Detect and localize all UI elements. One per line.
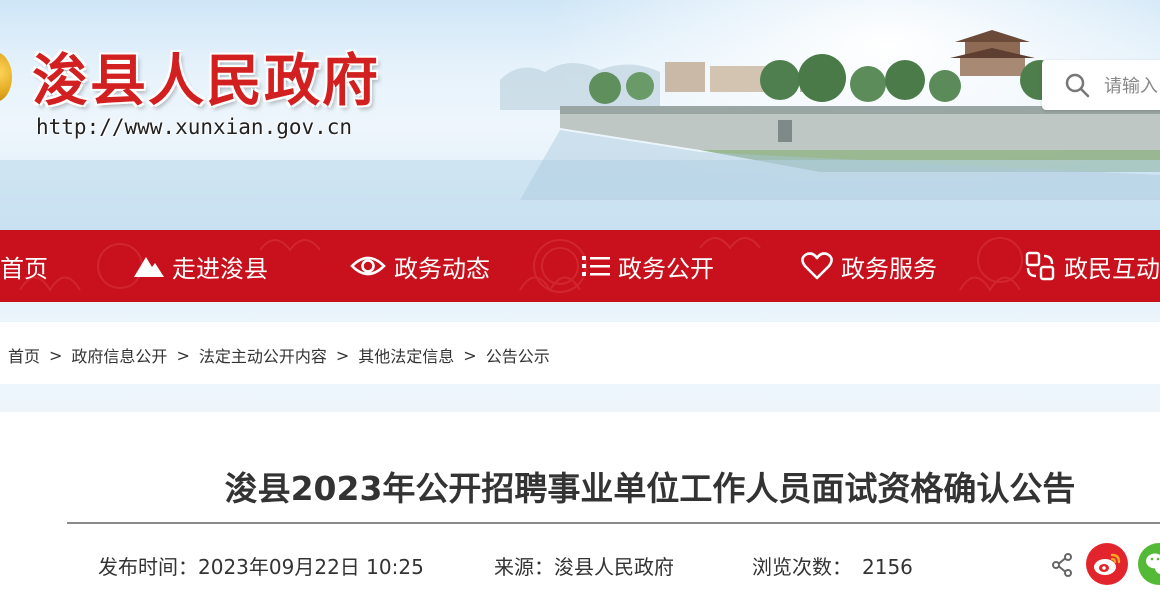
source-label: 来源：	[494, 555, 554, 579]
share-icon[interactable]	[1051, 553, 1073, 577]
view-count-label: 浏览次数：	[752, 555, 852, 579]
source-value: 浚县人民政府	[554, 555, 674, 579]
search-input[interactable]	[1102, 70, 1160, 102]
breadcrumb-announcements[interactable]: 公告公示	[486, 343, 550, 367]
nav-label: 走进浚县	[172, 254, 268, 283]
nav-item-home[interactable]: 首页	[0, 230, 48, 302]
weibo-icon	[1094, 553, 1121, 575]
breadcrumb-gov-info[interactable]: 政府信息公开	[71, 343, 167, 367]
heart-icon	[801, 252, 833, 280]
title-divider	[67, 522, 1160, 524]
search-box[interactable]	[1042, 60, 1160, 110]
nav-label: 政务服务	[841, 254, 937, 283]
nav-item-gov-news[interactable]: 政务动态	[350, 230, 490, 302]
nav-label: 政务动态	[394, 254, 490, 283]
wechat-icon	[1146, 553, 1160, 575]
weibo-share-button[interactable]	[1086, 543, 1128, 585]
breadcrumb-statutory-content[interactable]: 法定主动公开内容	[199, 343, 327, 367]
breadcrumb-home[interactable]: 首页	[8, 343, 40, 367]
view-count: 浏览次数： 2156	[752, 551, 913, 580]
nav-label: 首页	[0, 254, 48, 283]
source: 来源：浚县人民政府	[494, 551, 674, 580]
exchange-icon	[1024, 250, 1056, 282]
site-title: 浚县人民政府	[32, 49, 380, 114]
publish-time-value: 2023年09月22日 10:25	[198, 555, 424, 579]
site-url: http://www.xunxian.gov.cn	[36, 115, 353, 139]
nav-item-interaction[interactable]: 政民互动	[1024, 230, 1160, 302]
main-nav: 首页 走进浚县 政务动态 政务公开 政务服务 政民互动	[0, 230, 1160, 302]
breadcrumb-separator: >	[176, 345, 190, 365]
publish-time-label: 发布时间：	[98, 555, 198, 579]
breadcrumb-other-info[interactable]: 其他法定信息	[358, 343, 454, 367]
site-header: 浚县人民政府 http://www.xunxian.gov.cn	[0, 0, 1160, 230]
search-icon[interactable]	[1064, 72, 1090, 98]
view-count-value: 2156	[862, 555, 913, 579]
article-title: 浚县2023年公开招聘事业单位工作人员面试资格确认公告	[224, 469, 1076, 508]
wechat-share-button[interactable]	[1138, 543, 1160, 585]
breadcrumb-separator: >	[335, 345, 350, 365]
breadcrumb-separator: >	[463, 345, 477, 365]
nav-label: 政务公开	[618, 254, 714, 283]
nav-item-gov-service[interactable]: 政务服务	[801, 230, 937, 302]
nav-label: 政民互动	[1064, 254, 1160, 283]
mountain-icon	[134, 255, 164, 277]
breadcrumb-separator: >	[49, 345, 63, 365]
publish-time: 发布时间：2023年09月22日 10:25	[98, 551, 424, 580]
list-icon	[582, 254, 610, 278]
breadcrumb: 首页 > 政府信息公开 > 法定主动公开内容 > 其他法定信息 > 公告公示	[8, 343, 550, 367]
nav-item-gov-open[interactable]: 政务公开	[582, 230, 714, 302]
nav-item-about-county[interactable]: 走进浚县	[134, 230, 268, 302]
eye-icon	[350, 254, 386, 278]
